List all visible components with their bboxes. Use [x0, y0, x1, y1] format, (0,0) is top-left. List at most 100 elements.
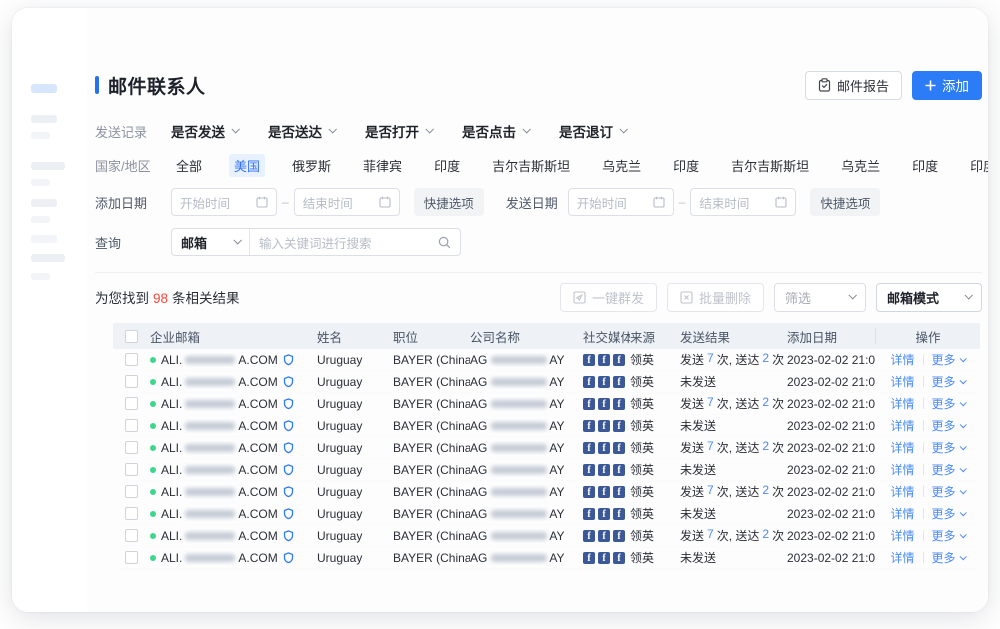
sidebar-skeleton-item[interactable] [31, 115, 57, 123]
detail-link[interactable]: 详情 [890, 439, 914, 456]
facebook-icon[interactable]: f [598, 442, 610, 454]
more-link[interactable]: 更多 [932, 505, 965, 522]
detail-link[interactable]: 详情 [890, 461, 914, 478]
facebook-icon[interactable]: f [598, 420, 610, 432]
mailbox-mode-select[interactable]: 邮箱模式 [876, 283, 982, 312]
row-checkbox[interactable] [125, 507, 138, 520]
detail-link[interactable]: 详情 [890, 527, 914, 544]
facebook-icon[interactable]: f [598, 508, 610, 520]
facebook-icon[interactable]: f [613, 508, 625, 520]
facebook-icon[interactable]: f [598, 398, 610, 410]
row-checkbox[interactable] [125, 419, 138, 432]
detail-link[interactable]: 详情 [890, 483, 914, 500]
sidebar-skeleton-item[interactable] [31, 235, 57, 243]
sidebar-item-active[interactable] [31, 84, 57, 93]
verify-icon[interactable] [283, 552, 294, 564]
send-date-end-input[interactable]: 结束时间 [690, 188, 796, 216]
facebook-icon[interactable]: f [583, 376, 595, 388]
country-chip[interactable]: 乌克兰 [597, 154, 646, 177]
facebook-icon[interactable]: f [613, 398, 625, 410]
filter-dropdown[interactable]: 是否点击 [462, 121, 529, 141]
sidebar-skeleton-item[interactable] [31, 179, 50, 186]
facebook-icon[interactable]: f [583, 354, 595, 366]
country-chip[interactable]: 俄罗斯 [287, 154, 336, 177]
more-link[interactable]: 更多 [932, 395, 965, 412]
facebook-icon[interactable]: f [613, 552, 625, 564]
facebook-icon[interactable]: f [613, 354, 625, 366]
facebook-icon[interactable]: f [598, 486, 610, 498]
select-all-checkbox[interactable] [125, 330, 138, 343]
country-chip[interactable]: 吉尔吉斯斯坦 [487, 154, 575, 177]
facebook-icon[interactable]: f [583, 420, 595, 432]
send-date-quick-options-button[interactable]: 快捷选项 [810, 188, 880, 216]
search-field-select[interactable]: 邮箱 [172, 229, 250, 255]
more-link[interactable]: 更多 [932, 373, 965, 390]
row-checkbox[interactable] [125, 353, 138, 366]
facebook-icon[interactable]: f [613, 486, 625, 498]
facebook-icon[interactable]: f [583, 398, 595, 410]
row-checkbox[interactable] [125, 529, 138, 542]
facebook-icon[interactable]: f [583, 486, 595, 498]
add-date-quick-options-button[interactable]: 快捷选项 [414, 188, 484, 216]
facebook-icon[interactable]: f [583, 508, 595, 520]
sidebar-skeleton-item[interactable] [31, 162, 65, 170]
facebook-icon[interactable]: f [583, 552, 595, 564]
row-checkbox[interactable] [125, 463, 138, 476]
sidebar-skeleton-item[interactable] [31, 132, 50, 139]
facebook-icon[interactable]: f [598, 354, 610, 366]
more-link[interactable]: 更多 [932, 417, 965, 434]
bulk-send-button[interactable]: 一键群发 [560, 283, 657, 312]
search-icon[interactable] [438, 236, 451, 249]
country-chip[interactable]: 吉尔吉斯斯坦 [726, 154, 814, 177]
row-checkbox[interactable] [125, 397, 138, 410]
facebook-icon[interactable]: f [613, 464, 625, 476]
add-date-end-input[interactable]: 结束时间 [294, 188, 400, 216]
country-chip[interactable]: 印度 [907, 154, 943, 177]
detail-link[interactable]: 详情 [890, 351, 914, 368]
country-chip[interactable]: 乌克兰 [836, 154, 885, 177]
facebook-icon[interactable]: f [598, 530, 610, 542]
facebook-icon[interactable]: f [598, 552, 610, 564]
facebook-icon[interactable]: f [613, 420, 625, 432]
filter-select[interactable]: 筛选 [774, 283, 866, 312]
row-checkbox[interactable] [125, 375, 138, 388]
country-chip[interactable]: 印度 [668, 154, 704, 177]
facebook-icon[interactable]: f [583, 442, 595, 454]
filter-dropdown[interactable]: 是否发送 [171, 121, 238, 141]
sidebar-skeleton-item[interactable] [31, 216, 50, 223]
verify-icon[interactable] [283, 354, 294, 366]
country-chip[interactable]: 印度 [965, 154, 988, 177]
more-link[interactable]: 更多 [932, 351, 965, 368]
verify-icon[interactable] [283, 398, 294, 410]
more-link[interactable]: 更多 [932, 549, 965, 566]
add-button[interactable]: 添加 [912, 71, 982, 100]
sidebar-skeleton-item[interactable] [31, 273, 50, 280]
facebook-icon[interactable]: f [598, 464, 610, 476]
sidebar-skeleton-item[interactable] [31, 254, 65, 262]
send-date-start-input[interactable]: 开始时间 [568, 188, 674, 216]
detail-link[interactable]: 详情 [890, 373, 914, 390]
detail-link[interactable]: 详情 [890, 505, 914, 522]
country-chip[interactable]: 菲律宾 [358, 154, 407, 177]
mail-report-button[interactable]: 邮件报告 [805, 71, 902, 100]
filter-dropdown[interactable]: 是否送达 [268, 121, 335, 141]
row-checkbox[interactable] [125, 441, 138, 454]
country-chip[interactable]: 印度 [429, 154, 465, 177]
detail-link[interactable]: 详情 [890, 549, 914, 566]
country-chip[interactable]: 美国 [229, 154, 265, 177]
facebook-icon[interactable]: f [583, 464, 595, 476]
country-chip[interactable]: 全部 [171, 154, 207, 177]
row-checkbox[interactable] [125, 485, 138, 498]
filter-dropdown[interactable]: 是否打开 [365, 121, 432, 141]
facebook-icon[interactable]: f [613, 530, 625, 542]
verify-icon[interactable] [283, 376, 294, 388]
more-link[interactable]: 更多 [932, 527, 965, 544]
facebook-icon[interactable]: f [613, 442, 625, 454]
facebook-icon[interactable]: f [598, 376, 610, 388]
verify-icon[interactable] [283, 508, 294, 520]
verify-icon[interactable] [283, 420, 294, 432]
facebook-icon[interactable]: f [613, 376, 625, 388]
verify-icon[interactable] [283, 442, 294, 454]
detail-link[interactable]: 详情 [890, 417, 914, 434]
bulk-delete-button[interactable]: 批量删除 [667, 283, 764, 312]
